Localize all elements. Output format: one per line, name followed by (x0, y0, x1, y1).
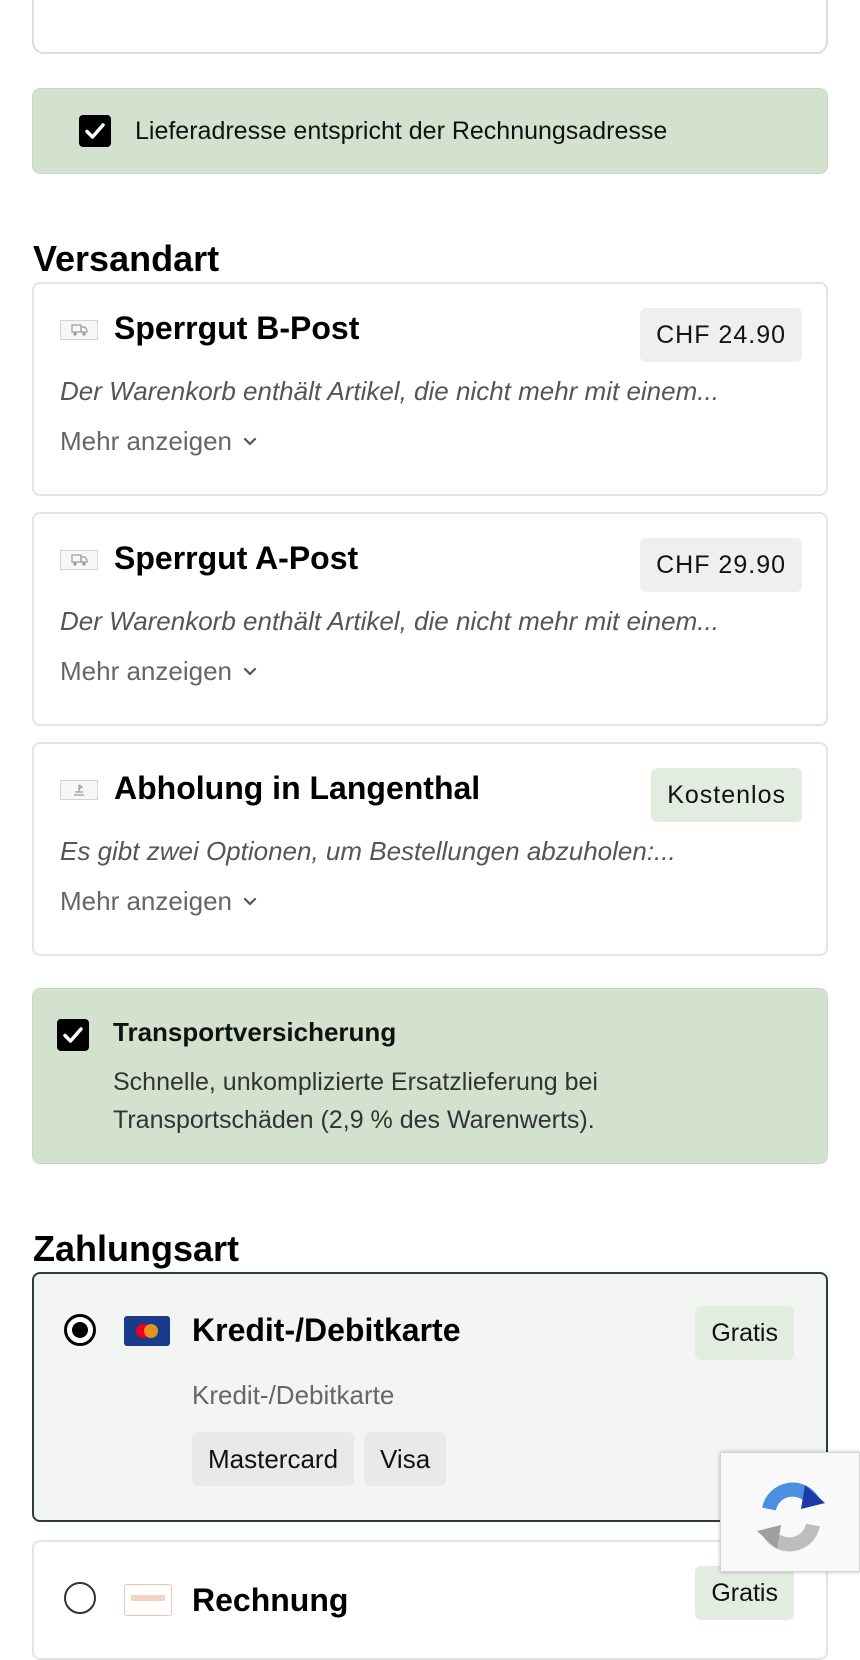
shipping-price-badge: CHF 29.90 (640, 538, 802, 592)
method-tag-visa: Visa (364, 1432, 447, 1486)
pickup-icon (60, 780, 98, 800)
show-more-link[interactable]: Mehr anzeigen (60, 426, 258, 457)
recaptcha-badge[interactable] (720, 1452, 860, 1572)
shipping-option-b-post[interactable]: Sperrgut B-Post CHF 24.90 Der Warenkorb … (32, 282, 828, 496)
same-address-panel: Lieferadresse entspricht der Rechnungsad… (32, 88, 828, 174)
insurance-description: Schnelle, unkomplizierte Ersatzlieferung… (113, 1068, 598, 1134)
show-more-label: Mehr anzeigen (60, 886, 232, 916)
invoice-icon (124, 1584, 172, 1616)
shipping-option-description: Es gibt zwei Optionen, um Bestellungen a… (60, 836, 676, 866)
shipping-price-badge: CHF 24.90 (640, 308, 802, 362)
show-more-label: Mehr anzeigen (60, 656, 232, 686)
payment-radio-selected[interactable] (64, 1314, 96, 1346)
checkmark-icon (85, 123, 105, 139)
shipping-option-name: Sperrgut A-Post (114, 540, 359, 576)
payment-radio[interactable] (64, 1582, 96, 1614)
same-address-label[interactable]: Lieferadresse entspricht der Rechnungsad… (135, 117, 667, 146)
truck-icon (60, 550, 98, 570)
show-more-link[interactable]: Mehr anzeigen (60, 886, 258, 917)
shipping-option-pickup[interactable]: Abholung in Langenthal Kostenlos Es gibt… (32, 742, 828, 956)
shipping-option-name: Abholung in Langenthal (114, 770, 481, 806)
payment-option-card[interactable]: Rechnung Gratis (32, 1540, 828, 1660)
chevron-down-icon (243, 897, 257, 906)
show-more-label: Mehr anzeigen (60, 426, 232, 456)
payment-option-subtitle: Kredit-/Debitkarte (192, 1380, 395, 1410)
payment-section-title: Zahlungsart (33, 1228, 240, 1269)
payment-option-name: Kredit-/Debitkarte (192, 1312, 461, 1348)
address-form-box-bottom (32, 0, 828, 54)
method-tag-mastercard: Mastercard (192, 1432, 355, 1486)
show-more-link[interactable]: Mehr anzeigen (60, 656, 258, 687)
insurance-title[interactable]: Transportversicherung (113, 1017, 396, 1048)
transport-insurance-checkbox[interactable] (57, 1019, 89, 1051)
checkmark-icon (63, 1027, 83, 1043)
shipping-section-title: Versandart (33, 238, 220, 279)
payment-methods: Mastercard Visa (192, 1432, 447, 1486)
transport-insurance-panel: Transportversicherung Schnelle, unkompli… (32, 988, 828, 1164)
payment-option-card[interactable]: Kredit-/Debitkarte Gratis Kredit-/Debitk… (32, 1272, 828, 1522)
shipping-price-badge: Kostenlos (651, 768, 802, 822)
chevron-down-icon (243, 437, 257, 446)
payment-price-badge: Gratis (695, 1306, 794, 1360)
recaptcha-icon (757, 1482, 825, 1552)
shipping-option-a-post[interactable]: Sperrgut A-Post CHF 29.90 Der Warenkorb … (32, 512, 828, 726)
shipping-option-description: Der Warenkorb enthält Artikel, die nicht… (60, 376, 719, 406)
shipping-option-description: Der Warenkorb enthält Artikel, die nicht… (60, 606, 719, 636)
payment-option-name: Rechnung (192, 1582, 349, 1618)
credit-card-icon (124, 1316, 170, 1346)
truck-icon (60, 320, 98, 340)
payment-price-badge: Gratis (695, 1566, 794, 1620)
shipping-option-name: Sperrgut B-Post (114, 310, 360, 346)
same-address-checkbox[interactable] (79, 115, 111, 147)
chevron-down-icon (243, 667, 257, 676)
